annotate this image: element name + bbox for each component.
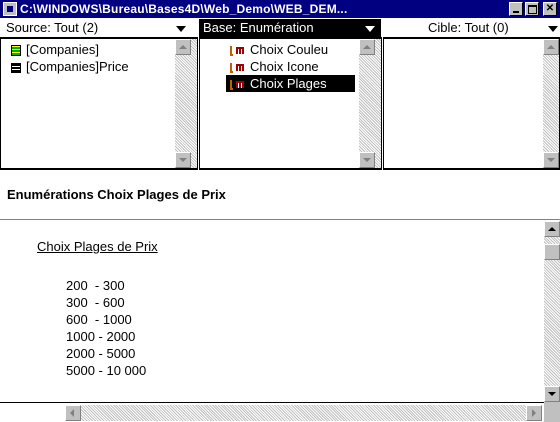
source-dropdown[interactable]: Source: Tout (2) [6, 19, 188, 37]
enumeration-icon [230, 79, 245, 90]
source-list[interactable]: [Companies] [Companies]Price [0, 37, 198, 170]
cible-dropdown-label: Cible: Tout (0) [428, 20, 509, 35]
scroll-right-button[interactable] [526, 405, 542, 421]
scroll-up-button[interactable] [175, 39, 191, 55]
scroll-up-button[interactable] [543, 39, 559, 55]
enumeration-icon [230, 62, 245, 73]
chevron-down-icon [548, 26, 558, 32]
enumeration-title: Choix Plages de Prix [37, 239, 158, 254]
source-dropdown-label: Source: Tout (2) [6, 20, 99, 35]
range-item: 300 - 600 [66, 295, 125, 310]
chevron-down-icon [176, 26, 186, 32]
title-bar[interactable]: C:\WINDOWS\Bureau\Bases4D\Web_Demo\WEB_D… [0, 0, 560, 18]
enumeration-icon [230, 45, 245, 56]
scroll-down-button[interactable] [544, 386, 560, 402]
list-item[interactable]: Choix Couleu [230, 41, 328, 58]
cible-scrollbar[interactable] [543, 39, 559, 168]
window-title: C:\WINDOWS\Bureau\Bases4D\Web_Demo\WEB_D… [20, 2, 348, 16]
range-item: 5000 - 10 000 [66, 363, 147, 378]
detail-horizontal-scrollbar[interactable] [0, 402, 560, 422]
scroll-up-button[interactable] [359, 39, 375, 55]
minimize-button[interactable] [509, 2, 523, 16]
list-item[interactable]: Choix Icone [230, 58, 319, 75]
app-window-icon[interactable] [3, 2, 17, 16]
detail-heading: Enumérations Choix Plages de Prix [7, 187, 226, 202]
range-item: 2000 - 5000 [66, 346, 136, 361]
base-dropdown-label: Base: Enumération [203, 20, 314, 35]
chevron-down-icon [365, 26, 375, 32]
base-dropdown[interactable]: Base: Enumération [199, 19, 381, 37]
size-grip[interactable] [544, 402, 560, 422]
scroll-left-button[interactable] [65, 405, 81, 421]
detail-vertical-scrollbar[interactable] [544, 221, 560, 402]
maximize-button[interactable] [525, 2, 539, 16]
cible-dropdown[interactable]: Cible: Tout (0) [384, 19, 560, 37]
table-icon [11, 45, 21, 57]
detail-content: Choix Plages de Prix 200 - 300 300 - 600… [0, 221, 560, 402]
base-list[interactable]: Choix Couleu Choix Icone Choix Plages [199, 37, 382, 170]
range-item: 600 - 1000 [66, 312, 132, 327]
scroll-down-button[interactable] [359, 152, 375, 168]
list-item-selected[interactable]: Choix Plages [226, 75, 355, 92]
cible-list[interactable] [383, 37, 560, 170]
base-scrollbar[interactable] [359, 39, 381, 168]
range-item: 200 - 300 [66, 278, 125, 293]
close-button[interactable]: ✕ [543, 2, 557, 16]
list-item[interactable]: [Companies]Price [11, 58, 129, 75]
range-item: 1000 - 2000 [66, 329, 136, 344]
list-icon [11, 62, 21, 73]
scroll-down-button[interactable] [175, 152, 191, 168]
scroll-down-button[interactable] [543, 152, 559, 168]
scroll-track[interactable] [65, 405, 526, 421]
scroll-up-button[interactable] [544, 221, 560, 237]
source-scrollbar[interactable] [175, 39, 197, 168]
list-item[interactable]: [Companies] [11, 41, 99, 58]
detail-header: Enumérations Choix Plages de Prix [0, 171, 560, 220]
scroll-thumb[interactable] [544, 244, 560, 260]
